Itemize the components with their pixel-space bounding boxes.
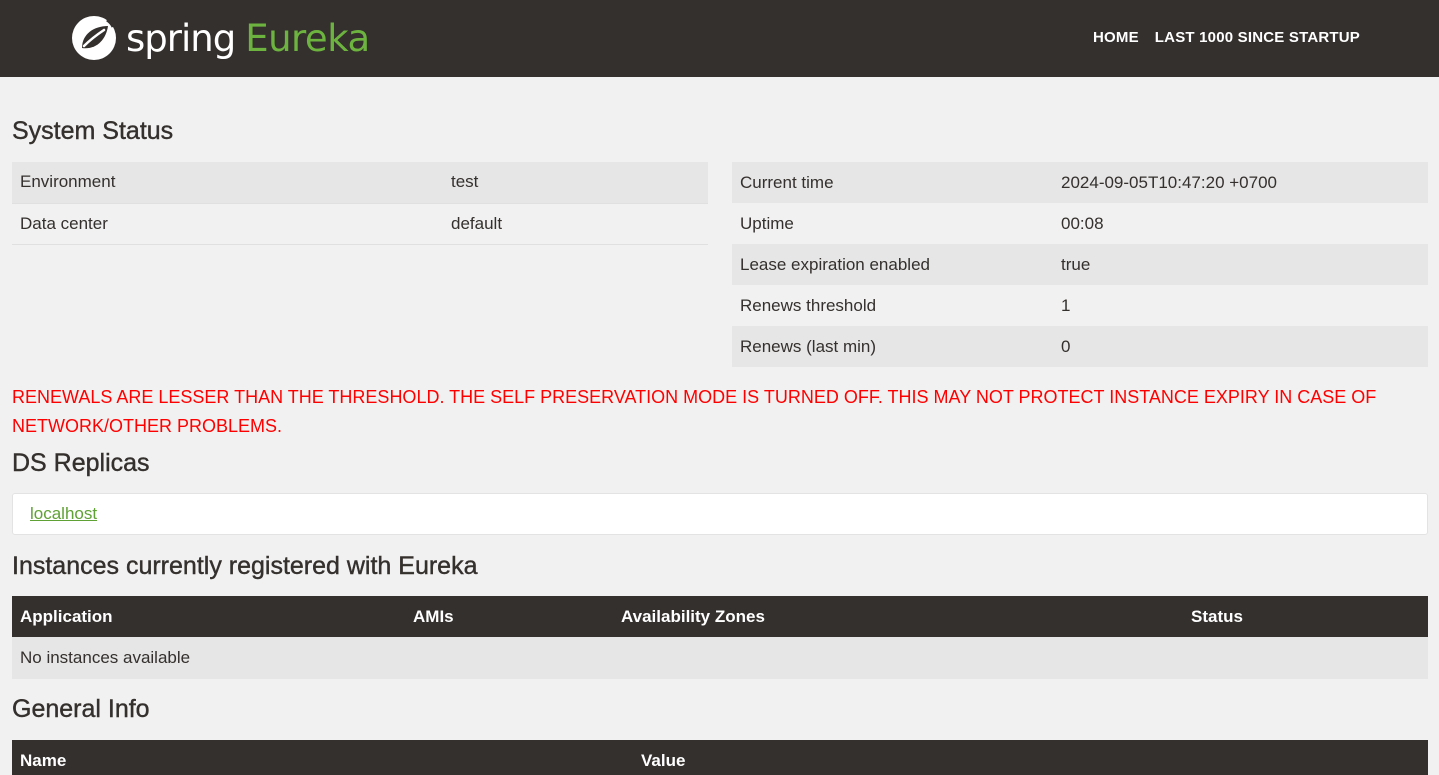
status-label: Environment: [12, 162, 443, 204]
instances-heading: Instances currently registered with Eure…: [12, 552, 478, 580]
status-value: test: [443, 162, 708, 204]
ds-replicas-list: localhost: [12, 493, 1428, 535]
ds-replicas-heading: DS Replicas: [12, 449, 150, 477]
status-value: default: [443, 203, 708, 245]
table-row: Environment test: [12, 162, 708, 204]
status-value: 00:08: [1061, 213, 1104, 233]
table-header-row: Application AMIs Availability Zones Stat…: [12, 596, 1428, 637]
system-status-right-table: Current time 2024-09-05T10:47:20 +0700 U…: [732, 162, 1428, 367]
status-value: 2024-09-05T10:47:20 +0700: [1053, 162, 1428, 203]
replica-link-localhost[interactable]: localhost: [30, 504, 97, 524]
nav-links: HOME LAST 1000 SINCE STARTUP: [1093, 29, 1360, 46]
table-row: Renews threshold 1: [732, 285, 1428, 326]
table-header-row: Name Value: [12, 740, 1428, 775]
no-instances-message: No instances available: [12, 637, 1428, 679]
column-header-availability-zones: Availability Zones: [613, 596, 1183, 637]
status-label: Renews (last min): [732, 326, 1053, 367]
brand-eureka-text: Eureka: [245, 16, 370, 60]
self-preservation-warning: RENEWALS ARE LESSER THAN THE THRESHOLD. …: [12, 387, 1377, 436]
system-status-left-table: Environment test Data center default: [12, 162, 708, 245]
table-row: Renews (last min) 0: [732, 326, 1428, 367]
column-header-value: Value: [633, 740, 1428, 775]
general-info-heading: General Info: [12, 695, 150, 723]
table-row: Lease expiration enabled true: [732, 244, 1428, 285]
status-label: Renews threshold: [740, 295, 877, 315]
column-header-amis: AMIs: [405, 596, 613, 637]
column-header-status: Status: [1183, 596, 1428, 637]
status-label: Lease expiration enabled: [732, 244, 1053, 285]
status-value: 1: [1061, 295, 1071, 315]
nav-home-link[interactable]: HOME: [1093, 29, 1139, 46]
status-value: true: [1053, 244, 1428, 285]
spring-leaf-icon: [70, 14, 118, 62]
nav-last-1000-link[interactable]: LAST 1000 SINCE STARTUP: [1155, 29, 1360, 46]
status-label: Data center: [12, 203, 443, 245]
column-header-name: Name: [12, 740, 633, 775]
status-label: Uptime: [740, 213, 794, 233]
top-navbar: spring Eureka HOME LAST 1000 SINCE START…: [0, 0, 1439, 77]
brand-logo[interactable]: spring Eureka: [70, 13, 370, 63]
column-header-application: Application: [12, 596, 405, 637]
table-row: Current time 2024-09-05T10:47:20 +0700: [732, 162, 1428, 203]
status-value: 0: [1053, 326, 1428, 367]
table-row: Data center default: [12, 203, 708, 245]
system-status-heading: System Status: [12, 117, 174, 145]
brand-spring-text: spring: [126, 16, 236, 60]
instances-table: Application AMIs Availability Zones Stat…: [12, 596, 1428, 679]
general-info-table: Name Value: [12, 740, 1428, 775]
table-row: No instances available: [12, 637, 1428, 679]
table-row: Uptime 00:08: [732, 203, 1428, 244]
status-label: Current time: [732, 162, 1053, 203]
